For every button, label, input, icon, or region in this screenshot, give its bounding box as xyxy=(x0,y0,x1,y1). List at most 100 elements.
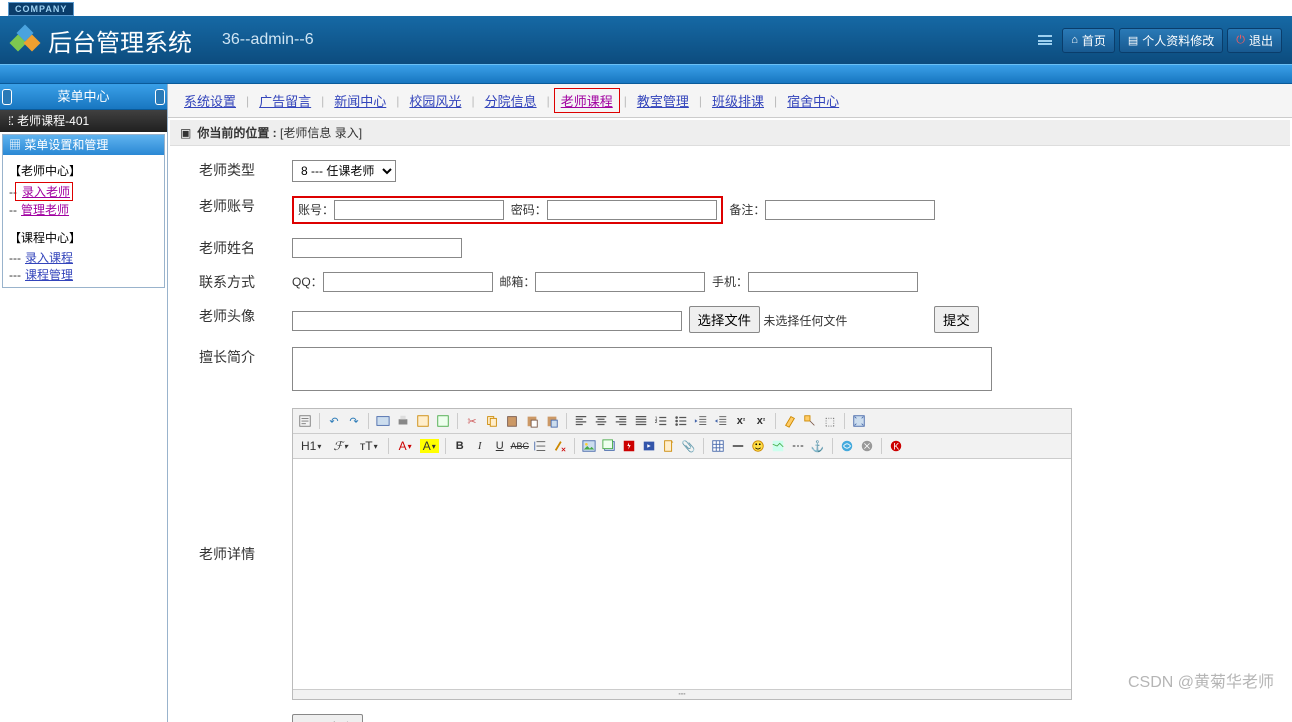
tab-schedule[interactable]: 班级排课 xyxy=(706,89,770,112)
cut-icon[interactable]: ✂ xyxy=(464,413,480,429)
editor-content[interactable] xyxy=(293,459,1071,689)
paste-word-icon[interactable] xyxy=(544,413,560,429)
logout-button[interactable]: ⏻退出 xyxy=(1227,28,1282,53)
input-password[interactable] xyxy=(547,200,717,220)
multiimage-icon[interactable] xyxy=(601,438,617,454)
italic-icon[interactable]: I xyxy=(472,438,488,454)
input-name[interactable] xyxy=(292,238,462,258)
removeformat-icon[interactable] xyxy=(552,438,568,454)
list-ul-icon[interactable] xyxy=(673,413,689,429)
media-icon[interactable] xyxy=(641,438,657,454)
label-account: 老师账号 xyxy=(172,190,282,230)
upload-button[interactable]: 提交 xyxy=(934,306,979,333)
handle-left-icon[interactable] xyxy=(2,89,12,105)
select-all-icon[interactable]: ⬚ xyxy=(822,413,838,429)
svg-text:2: 2 xyxy=(655,419,658,424)
tab-system[interactable]: 系统设置 xyxy=(178,89,242,112)
paste-text-icon[interactable] xyxy=(524,413,540,429)
logo-icon xyxy=(10,25,40,55)
link-manage-teacher[interactable]: 管理老师 xyxy=(17,201,69,219)
copy-icon[interactable] xyxy=(484,413,500,429)
underline-icon[interactable]: U xyxy=(492,438,508,454)
home-button[interactable]: ⌂首页 xyxy=(1062,28,1115,53)
about-icon[interactable]: K xyxy=(888,438,904,454)
superscript-icon[interactable]: x² xyxy=(753,413,769,429)
clear-format-icon[interactable] xyxy=(782,413,798,429)
map-icon[interactable] xyxy=(770,438,786,454)
preview-icon[interactable] xyxy=(375,413,391,429)
fontsize-select[interactable]: ᴛT▾ xyxy=(356,439,382,453)
pagebreak-icon[interactable] xyxy=(790,438,806,454)
account-highlight-box: 账号： 密码： xyxy=(292,196,723,224)
choose-file-button[interactable]: 选择文件 xyxy=(689,306,760,333)
breadcrumb: ▣ 你当前的位置 : [老师信息 录入] xyxy=(170,120,1290,146)
tab-branch[interactable]: 分院信息 xyxy=(479,89,543,112)
anchor-icon[interactable]: ⚓ xyxy=(810,438,826,454)
attachment-icon[interactable]: 📎 xyxy=(681,438,697,454)
backcolor-select[interactable]: A▾ xyxy=(420,439,439,453)
field-label-qq: QQ： xyxy=(292,275,323,289)
emoticon-icon[interactable] xyxy=(750,438,766,454)
lineheight-icon[interactable] xyxy=(532,438,548,454)
table-icon[interactable] xyxy=(710,438,726,454)
file-icon[interactable] xyxy=(661,438,677,454)
align-right-icon[interactable] xyxy=(613,413,629,429)
input-avatar-path[interactable] xyxy=(292,311,682,331)
tab-classroom[interactable]: 教室管理 xyxy=(631,89,695,112)
app-title: 后台管理系统 xyxy=(48,23,192,58)
tab-dorm[interactable]: 宿舍中心 xyxy=(781,89,845,112)
breadcrumb-icon: ▣ xyxy=(180,126,191,140)
textarea-intro[interactable] xyxy=(292,347,992,391)
tab-news[interactable]: 新闻中心 xyxy=(328,89,392,112)
input-account[interactable] xyxy=(334,200,504,220)
sidebar: 菜单中心 ⁞⁚老师课程-401 ▦ 菜单设置和管理 【老师中心】 --录入老师 … xyxy=(0,84,168,722)
editor-resize-handle[interactable]: ┄ xyxy=(293,689,1071,699)
bold-icon[interactable]: B xyxy=(452,438,468,454)
profile-button[interactable]: ▤个人资料修改 xyxy=(1119,28,1223,53)
handle-right-icon[interactable] xyxy=(155,89,165,105)
paste-icon[interactable] xyxy=(504,413,520,429)
input-qq[interactable] xyxy=(323,272,493,292)
outdent-icon[interactable] xyxy=(693,413,709,429)
fullscreen-icon[interactable] xyxy=(851,413,867,429)
indent-icon[interactable] xyxy=(713,413,729,429)
subscript-icon[interactable]: x² xyxy=(733,413,749,429)
svg-text:K: K xyxy=(893,442,899,452)
link-add-teacher[interactable]: 录入老师 xyxy=(18,183,70,201)
quickformat-icon[interactable] xyxy=(802,413,818,429)
flash-icon[interactable] xyxy=(621,438,637,454)
code-icon[interactable] xyxy=(435,413,451,429)
align-center-icon[interactable] xyxy=(593,413,609,429)
select-teacher-type[interactable]: 8 --- 任课老师 xyxy=(292,160,396,182)
align-left-icon[interactable] xyxy=(573,413,589,429)
list-ol-icon[interactable]: 12 xyxy=(653,413,669,429)
company-tag: COMPANY xyxy=(8,2,74,16)
tab-teacher-course[interactable]: 老师课程 xyxy=(554,88,620,113)
print-icon[interactable] xyxy=(395,413,411,429)
unlink-icon[interactable] xyxy=(859,438,875,454)
tab-ads[interactable]: 广告留言 xyxy=(253,89,317,112)
undo-icon[interactable]: ↶ xyxy=(326,413,342,429)
top-tabs: 系统设置| 广告留言| 新闻中心| 校园风光| 分院信息| 老师课程| 教室管理… xyxy=(168,84,1292,118)
field-label-password: 密码： xyxy=(511,203,547,217)
input-email[interactable] xyxy=(535,272,705,292)
sidebar-section: ⁞⁚老师课程-401 xyxy=(0,110,167,132)
strike-icon[interactable]: ABC xyxy=(512,438,528,454)
input-remark[interactable] xyxy=(765,200,935,220)
link-manage-course[interactable]: 课程管理 xyxy=(21,266,73,284)
editor-toolbar-2: H1▾ ℱ▾ ᴛT▾ A▾ A▾ B I U ABC xyxy=(293,434,1071,459)
submit-content-button[interactable]: 录入内容 xyxy=(292,714,363,722)
link-icon[interactable] xyxy=(839,438,855,454)
source-icon[interactable] xyxy=(297,413,313,429)
redo-icon[interactable]: ↷ xyxy=(346,413,362,429)
fontface-select[interactable]: ℱ▾ xyxy=(329,439,351,453)
template-icon[interactable] xyxy=(415,413,431,429)
forecolor-select[interactable]: A▾ xyxy=(395,439,416,453)
image-icon[interactable] xyxy=(581,438,597,454)
input-phone[interactable] xyxy=(748,272,918,292)
heading-select[interactable]: H1▾ xyxy=(297,439,325,453)
hr-icon[interactable] xyxy=(730,438,746,454)
tab-campus[interactable]: 校园风光 xyxy=(403,89,467,112)
link-add-course[interactable]: 录入课程 xyxy=(21,249,73,267)
align-justify-icon[interactable] xyxy=(633,413,649,429)
